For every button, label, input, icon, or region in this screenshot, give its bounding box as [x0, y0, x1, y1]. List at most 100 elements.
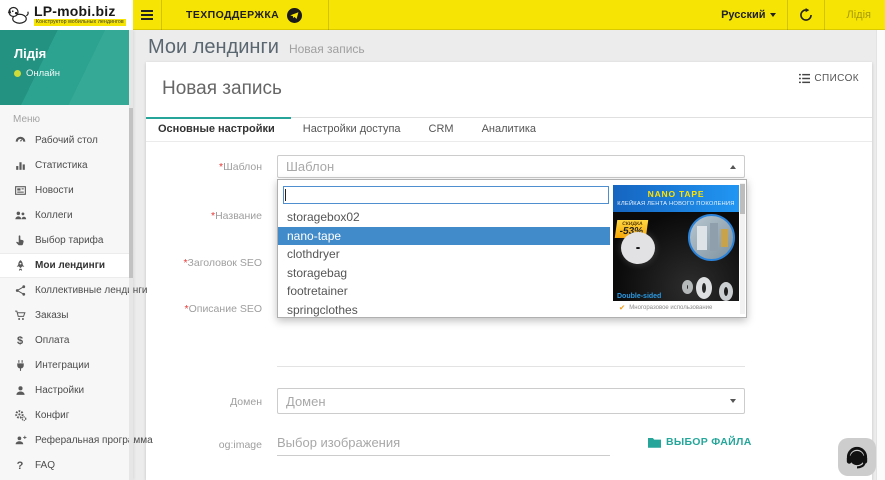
sidebar-item-label: Коллеги	[35, 210, 73, 221]
choose-file-button[interactable]: ВЫБОР ФАЙЛА	[648, 436, 752, 448]
option-footretainer[interactable]: footretainer	[278, 282, 610, 301]
tape-curl-graphic	[682, 280, 693, 294]
tab-main-settings[interactable]: Основные настройки	[146, 118, 291, 141]
preview-feature-row: ✔ Многоразовое использование	[613, 301, 739, 315]
sidebar-item-label: Новости	[35, 185, 74, 196]
dollar-icon: $	[13, 334, 27, 348]
list-button[interactable]: СПИСОК	[799, 73, 859, 84]
option-storagebag[interactable]: storagebag	[278, 264, 610, 283]
page-title: Мои лендинги	[148, 36, 279, 59]
tape-roll-graphic	[621, 232, 655, 264]
sidebar-item-referral[interactable]: Реферальная программа	[0, 428, 133, 453]
og-image-input[interactable]	[277, 430, 610, 456]
sidebar-item-settings[interactable]: Настройки	[0, 378, 133, 403]
question-icon: ?	[13, 459, 27, 473]
chevron-down-icon	[770, 13, 776, 17]
top-bar: LP-mobi.biz Конструктор мобильных лендин…	[0, 0, 885, 30]
preview-feature-text: Многоразовое использование	[629, 305, 712, 311]
sidebar-scrollbar[interactable]	[129, 30, 133, 480]
sidebar-item-my-landings[interactable]: Мои лендинги	[0, 253, 133, 278]
sidebar-item-payment[interactable]: $ Оплата	[0, 328, 133, 353]
hand-pointer-icon	[13, 234, 27, 248]
list-icon	[799, 73, 810, 84]
page-scrollbar[interactable]	[876, 30, 885, 480]
profile-status: Онлайн	[14, 68, 60, 79]
template-dropdown-panel: storagebox02 nano-tape clothdryer storag…	[277, 179, 747, 318]
chevron-up-icon	[730, 165, 736, 169]
tape-curl-graphic	[696, 277, 712, 299]
rocket-icon	[13, 259, 27, 273]
photo-inset-circle	[688, 214, 735, 261]
share-icon	[13, 284, 27, 298]
preview-caption: Double-sided	[617, 293, 661, 300]
choose-file-label: ВЫБОР ФАЙЛА	[666, 436, 752, 448]
headset-icon	[844, 444, 870, 470]
sidebar-item-label: Заказы	[35, 310, 68, 321]
tab-bar: Основные настройки Настройки доступа CRM…	[146, 117, 872, 142]
breadcrumb: Мои лендинги Новая запись	[148, 36, 365, 59]
tape-curl-graphic	[719, 282, 733, 301]
check-icon: ✔	[619, 304, 625, 312]
plug-icon	[13, 359, 27, 373]
folder-icon	[648, 436, 661, 448]
logo-title: LP-mobi.biz	[34, 4, 126, 18]
logo[interactable]: LP-mobi.biz Конструктор мобильных лендин…	[0, 0, 133, 30]
template-preview-image[interactable]: NANO TAPE КЛЕЙКАЯ ЛЕНТА НОВОГО ПОКОЛЕНИЯ…	[613, 185, 739, 315]
sidebar-item-integrations[interactable]: Интеграции	[0, 353, 133, 378]
field-underline	[277, 366, 745, 367]
sidebar-item-label: Конфиг	[35, 410, 69, 421]
stats-icon	[13, 159, 27, 173]
sidebar-item-faq[interactable]: ? FAQ	[0, 453, 133, 478]
new-record-card: Новая запись СПИСОК Основные настройки Н…	[146, 62, 872, 480]
divider	[824, 0, 825, 30]
tab-access-settings[interactable]: Настройки доступа	[291, 118, 417, 141]
sidebar-item-config[interactable]: Конфиг	[0, 403, 133, 428]
list-button-label: СПИСОК	[814, 73, 859, 84]
sidebar-item-news[interactable]: Новости	[0, 178, 133, 203]
template-select-placeholder: Шаблон	[286, 156, 334, 177]
user-plus-icon	[13, 434, 27, 448]
tab-analytics[interactable]: Аналитика	[470, 118, 552, 141]
language-label: Русский	[721, 9, 765, 21]
sidebar-item-statistics[interactable]: Статистика	[0, 153, 133, 178]
template-search-input[interactable]	[283, 186, 609, 204]
option-storagebox02[interactable]: storagebox02	[278, 208, 610, 227]
username-button[interactable]: Лідія	[847, 9, 871, 21]
refresh-icon	[799, 8, 813, 22]
sidebar-item-colleagues[interactable]: Коллеги	[0, 203, 133, 228]
profile-header: Лідія Онлайн	[0, 30, 133, 105]
dog-logo-icon	[6, 4, 30, 26]
option-clothdryer[interactable]: clothdryer	[278, 245, 610, 264]
domain-select-placeholder: Домен	[286, 389, 326, 413]
sidebar-item-label: Статистика	[35, 160, 88, 171]
preview-subtitle: КЛЕЙКАЯ ЛЕНТА НОВОГО ПОКОЛЕНИЯ	[613, 201, 739, 207]
online-status-label: Онлайн	[26, 68, 60, 79]
language-selector[interactable]: Русский	[721, 9, 775, 21]
name-field-label: *Название	[146, 210, 262, 222]
gears-icon	[13, 409, 27, 423]
news-icon	[13, 184, 27, 198]
tab-crm[interactable]: CRM	[417, 118, 470, 141]
sidebar-item-desktop[interactable]: Рабочий стол	[0, 128, 133, 153]
template-options-list: storagebox02 nano-tape clothdryer storag…	[278, 208, 610, 318]
online-status-dot	[14, 70, 21, 77]
domain-select[interactable]: Домен	[277, 388, 745, 414]
sidebar-item-label: Реферальная программа	[35, 435, 153, 446]
sidebar-item-label: FAQ	[35, 460, 55, 471]
sidebar-item-label: Рабочий стол	[35, 135, 98, 146]
tech-support-button[interactable]: ТЕХПОДДЕРЖКА	[162, 0, 329, 30]
hamburger-menu-icon[interactable]	[133, 0, 162, 30]
menu-section-label: Меню	[13, 114, 133, 125]
refresh-button[interactable]	[799, 8, 813, 22]
sidebar-menu: Рабочий стол Статистика Новости Коллеги …	[0, 128, 133, 478]
template-select[interactable]: Шаблон	[277, 155, 745, 178]
option-springclothes[interactable]: springclothes	[278, 301, 610, 319]
option-nano-tape[interactable]: nano-tape	[278, 227, 610, 246]
dropdown-scrollbar[interactable]	[740, 183, 745, 314]
domain-field-label: Домен	[146, 396, 262, 408]
preview-product-image: СКИДКА -53% Double-sided	[613, 212, 739, 301]
sidebar-item-collective-landings[interactable]: Коллективные лендинги	[0, 278, 133, 303]
support-chat-button[interactable]	[838, 438, 876, 476]
sidebar-item-tariff[interactable]: Выбор тарифа	[0, 228, 133, 253]
sidebar-item-orders[interactable]: Заказы	[0, 303, 133, 328]
